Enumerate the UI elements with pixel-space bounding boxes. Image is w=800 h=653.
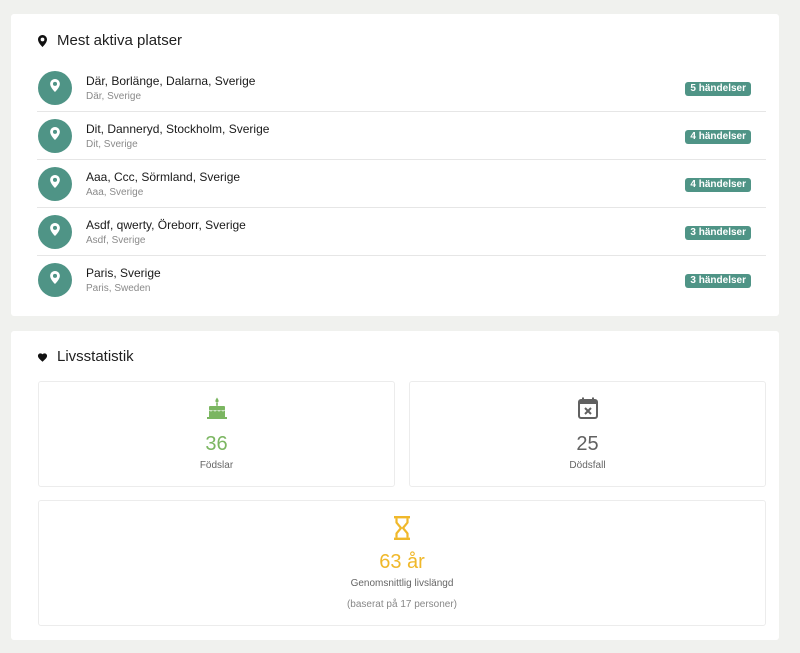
places-header: Mest aktiva platser <box>36 32 182 49</box>
births-count: 36 <box>205 433 228 455</box>
place-name: Paris, Sverige <box>86 266 161 280</box>
births-stat-box: 36 Födslar <box>38 381 395 487</box>
lifespan-note: (baserat på 17 personer) <box>346 599 458 610</box>
calendar-x-icon <box>577 397 599 424</box>
life-statistics-card: Livsstatistik 36 Födslar 25 Dödsfall 63 … <box>11 331 779 640</box>
place-subtitle: Aaa, Sverige <box>86 187 144 198</box>
place-list-item[interactable]: Aaa, Ccc, Sörmland, Sverige Aaa, Sverige… <box>37 160 766 208</box>
most-active-places-card: Mest aktiva platser Där, Borlänge, Dalar… <box>11 14 779 316</box>
place-name: Där, Borlänge, Dalarna, Sverige <box>86 74 256 88</box>
location-pin-icon <box>36 34 48 48</box>
place-list-item[interactable]: Asdf, qwerty, Öreborr, Sverige Asdf, Sve… <box>37 208 766 256</box>
location-pin-icon <box>50 175 60 193</box>
event-count-badge: 5 händelser <box>685 82 751 96</box>
deaths-stat-box: 25 Dödsfall <box>409 381 766 487</box>
place-avatar <box>38 167 72 201</box>
births-label: Födslar <box>199 460 234 471</box>
cake-icon <box>206 396 228 425</box>
heart-icon <box>36 350 48 364</box>
place-list-item[interactable]: Där, Borlänge, Dalarna, Sverige Där, Sve… <box>37 64 766 112</box>
stats-title: Livsstatistik <box>57 348 134 365</box>
place-subtitle: Där, Sverige <box>86 91 142 102</box>
place-avatar <box>38 263 72 297</box>
place-subtitle: Asdf, Sverige <box>86 235 146 246</box>
location-pin-icon <box>50 223 60 241</box>
stats-header: Livsstatistik <box>36 348 134 365</box>
place-list-item[interactable]: Paris, Sverige Paris, Sweden 3 händelser <box>37 256 766 304</box>
lifespan-label: Genomsnittlig livslängd <box>350 578 454 589</box>
place-avatar <box>38 119 72 153</box>
event-count-badge: 3 händelser <box>685 274 751 288</box>
deaths-count: 25 <box>576 433 599 455</box>
location-pin-icon <box>50 271 60 289</box>
event-count-badge: 4 händelser <box>685 130 751 144</box>
place-name: Asdf, qwerty, Öreborr, Sverige <box>86 218 246 232</box>
event-count-badge: 4 händelser <box>685 178 751 192</box>
place-list: Där, Borlänge, Dalarna, Sverige Där, Sve… <box>37 64 766 304</box>
place-name: Aaa, Ccc, Sörmland, Sverige <box>86 170 241 184</box>
hourglass-icon <box>394 516 410 545</box>
place-name: Dit, Danneryd, Stockholm, Sverige <box>86 122 270 136</box>
place-list-item[interactable]: Dit, Danneryd, Stockholm, Sverige Dit, S… <box>37 112 766 160</box>
places-title: Mest aktiva platser <box>57 32 183 49</box>
event-count-badge: 3 händelser <box>685 226 751 240</box>
lifespan-stat-box: 63 år Genomsnittlig livslängd (baserat p… <box>38 500 766 626</box>
place-subtitle: Paris, Sweden <box>86 283 151 294</box>
lifespan-value: 63 år <box>379 551 425 573</box>
place-avatar <box>38 71 72 105</box>
place-avatar <box>38 215 72 249</box>
deaths-label: Dödsfall <box>569 460 606 471</box>
location-pin-icon <box>50 79 60 97</box>
place-subtitle: Dit, Sverige <box>86 139 138 150</box>
location-pin-icon <box>50 127 60 145</box>
